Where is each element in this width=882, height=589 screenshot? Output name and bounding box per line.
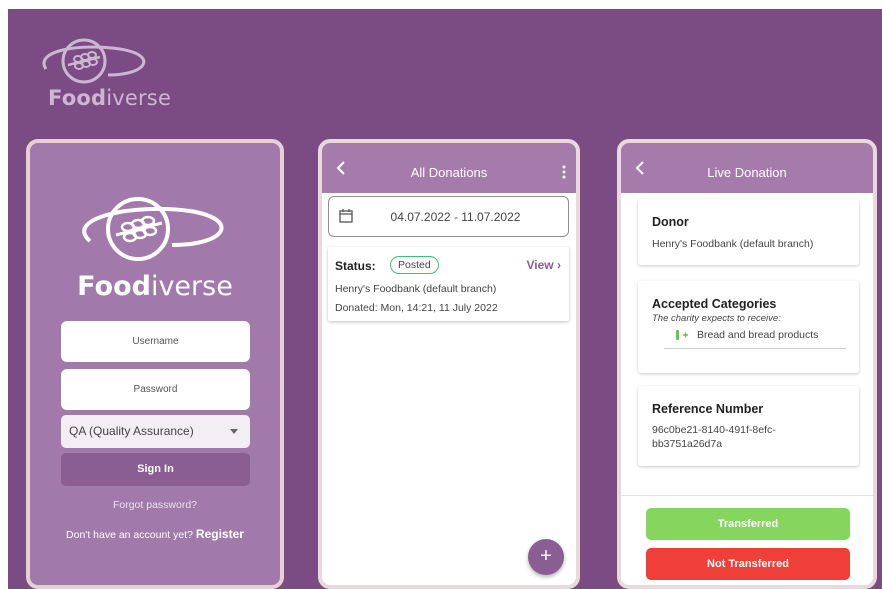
all-donations-screen: All Donations 04.07.2022 - 11.07.2022 St…: [318, 139, 580, 589]
username-input[interactable]: Username: [61, 321, 250, 362]
status-label: Status:: [335, 259, 376, 273]
kebab-menu-icon[interactable]: [562, 165, 566, 179]
reference-line-1: 96c0be21-8140-491f-8efc-: [652, 424, 776, 436]
live-donation-screen: Live Donation Donor Henry's Foodbank (de…: [617, 139, 877, 589]
reference-card: Reference Number 96c0be21-8140-491f-8efc…: [638, 386, 859, 466]
status-badge: Posted: [390, 256, 439, 274]
categories-card: Accepted Categories The charity expects …: [638, 281, 859, 373]
register-prompt: Don't have an account yet? Register: [30, 527, 280, 541]
sign-in-button[interactable]: Sign In: [61, 453, 250, 486]
categories-heading: Accepted Categories: [652, 297, 777, 311]
login-wordmark: Foodiverse: [30, 271, 280, 302]
view-link-label: View: [526, 258, 554, 272]
plus-icon: +: [540, 545, 552, 567]
add-donation-button[interactable]: +: [528, 539, 564, 575]
login-screen: Foodiverse Username Password QA (Quality…: [26, 139, 284, 589]
donor-card: Donor Henry's Foodbank (default branch): [638, 199, 859, 265]
role-select-value: QA (Quality Assurance): [69, 424, 194, 438]
role-select[interactable]: QA (Quality Assurance): [61, 415, 250, 448]
transferred-button[interactable]: Transferred: [646, 508, 850, 540]
category-label: Bread and bread products: [697, 329, 819, 341]
caret-down-icon: [230, 429, 238, 434]
not-transferred-button[interactable]: Not Transferred: [646, 548, 850, 580]
brand-wordmark: Foodiverse: [48, 86, 171, 110]
no-account-text: Don't have an account yet?: [66, 529, 193, 541]
donor-value: Henry's Foodbank (default branch): [652, 238, 814, 250]
reference-heading: Reference Number: [652, 402, 764, 416]
password-input[interactable]: Password: [61, 369, 250, 410]
screenshot-canvas: Foodiverse Foodiverse Username Password …: [8, 9, 882, 589]
login-word-light: iverse: [150, 271, 233, 302]
donation-date: Donated: Mon, 14:21, 11 July 2022: [335, 302, 498, 314]
app-bar: All Donations: [322, 143, 576, 193]
username-placeholder: Username: [132, 336, 179, 347]
date-range-picker[interactable]: 04.07.2022 - 11.07.2022: [328, 196, 569, 237]
app-bar: Live Donation: [621, 143, 873, 193]
category-item: Bread and bread products: [664, 326, 846, 349]
action-bar: Transferred Not Transferred: [621, 495, 873, 585]
password-placeholder: Password: [133, 384, 178, 395]
bread-category-icon: [676, 330, 688, 340]
donor-heading: Donor: [652, 215, 689, 229]
register-link[interactable]: Register: [196, 527, 244, 541]
login-logo: [50, 183, 224, 263]
logo-orbit-wheat-icon: [82, 197, 224, 261]
chevron-right-icon: ›: [557, 258, 561, 272]
date-range-value: 04.07.2022 - 11.07.2022: [390, 210, 521, 224]
brand-word-bold: Food: [48, 86, 107, 110]
categories-subtitle: The charity expects to receive:: [652, 313, 781, 324]
login-word-bold: Food: [77, 271, 151, 302]
page-title: Live Donation: [707, 165, 787, 180]
brand-word-light: iverse: [106, 86, 172, 110]
forgot-password-link[interactable]: Forgot password?: [30, 499, 280, 511]
page-title: All Donations: [410, 165, 488, 180]
view-link[interactable]: View ›: [527, 258, 561, 272]
donation-card[interactable]: Status: Posted View › Henry's Foodbank (…: [328, 247, 569, 321]
reference-line-2: bb3751a26d7a: [652, 438, 723, 450]
donation-branch: Henry's Foodbank (default branch): [335, 283, 497, 295]
